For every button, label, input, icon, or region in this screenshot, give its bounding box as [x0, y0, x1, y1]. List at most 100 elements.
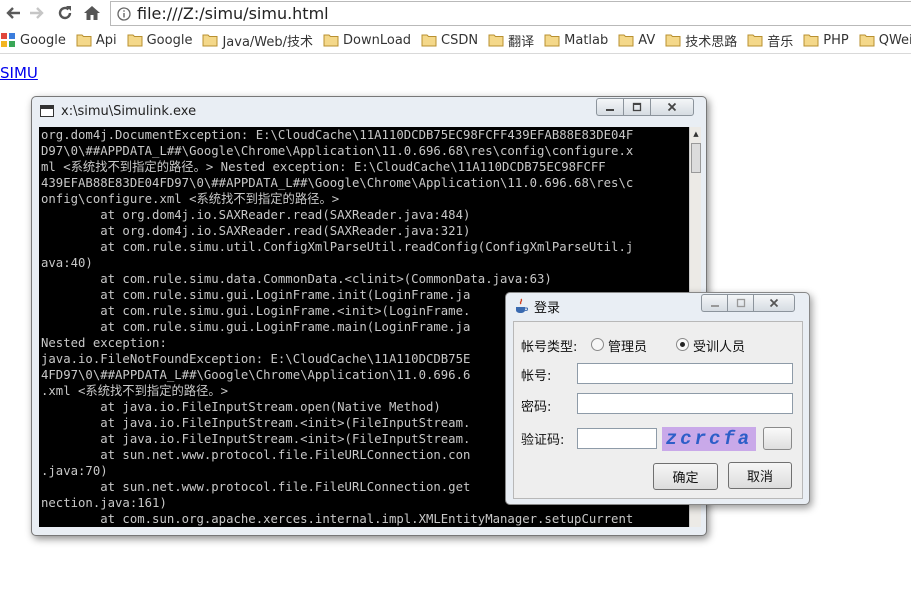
close-icon — [667, 102, 677, 112]
bookmark-item[interactable]: Google — [127, 32, 193, 48]
bookmark-item[interactable]: Google — [0, 33, 66, 48]
bookmark-label: QWei — [878, 32, 911, 48]
simu-link[interactable]: SIMU — [0, 64, 38, 82]
folder-icon — [421, 34, 437, 47]
bookmark-item[interactable]: 技术思路 — [665, 31, 737, 50]
console-line: at com.rule.simu.data.CommonData.<clinit… — [41, 272, 552, 286]
ok-button[interactable]: 确定 — [653, 463, 718, 490]
console-app-icon — [40, 105, 54, 117]
back-arrow-icon — [6, 7, 20, 19]
bookmark-item[interactable]: Java/Web/技术 — [202, 31, 313, 50]
folder-icon — [544, 34, 560, 47]
bookmark-label: PHP — [823, 32, 849, 48]
password-input[interactable] — [577, 393, 793, 414]
login-minimize-button[interactable] — [701, 294, 727, 312]
bookmark-label: AV — [638, 32, 656, 48]
scroll-thumb[interactable] — [691, 143, 701, 173]
console-title: x:\simu\Simulink.exe — [61, 103, 197, 119]
console-window-controls — [596, 98, 694, 116]
login-title: 登录 — [534, 300, 561, 316]
console-line: at org.dom4j.io.SAXReader.read(SAXReader… — [41, 224, 471, 238]
java-icon — [516, 298, 528, 313]
folder-icon — [76, 34, 92, 47]
password-label: 密码: — [521, 400, 552, 415]
bookmark-label: 音乐 — [767, 34, 794, 50]
back-button[interactable] — [2, 2, 24, 24]
bookmark-item[interactable]: AV — [618, 33, 655, 48]
minimize-icon — [710, 305, 719, 307]
console-line: at com.rule.simu.util.ConfigXmlParseUtil… — [41, 240, 634, 254]
bookmarks-bar: Google Api Google Java/Web/技术 DownLoad CSDN 翻译… — [0, 27, 911, 54]
cancel-button[interactable]: 取消 — [728, 462, 792, 489]
console-line: 439EFAB88E83DE04FD97\0\##APPDATA_L##\Goo… — [41, 176, 634, 190]
url-text: file:///Z:/simu/simu.html — [137, 4, 329, 23]
close-button[interactable] — [650, 98, 694, 116]
login-close-button[interactable] — [753, 294, 795, 312]
bookmark-item[interactable]: Matlab — [544, 33, 608, 48]
radio-trainee-label[interactable]: 受训人员 — [693, 336, 745, 355]
scroll-up-arrow-icon[interactable]: ▲ — [690, 127, 702, 141]
bookmark-item[interactable]: QWei — [859, 33, 911, 48]
folder-icon — [665, 34, 681, 47]
console-line: at com.sun.org.apache.xerces.internal.im… — [41, 512, 634, 526]
bookmark-label: Google — [146, 32, 193, 48]
console-line: D97\0\##APPDATA_L##\Google\Chrome\Applic… — [41, 144, 634, 158]
bookmark-label: 翻译 — [508, 34, 535, 50]
bookmark-item[interactable]: PHP — [803, 32, 849, 48]
console-line: at org.dom4j.io.SAXReader.read(SAXReader… — [41, 208, 471, 222]
bookmark-item[interactable]: Api — [76, 33, 117, 48]
reload-icon — [58, 6, 72, 20]
bookmark-item[interactable]: DownLoad — [323, 33, 411, 48]
minimize-icon — [606, 109, 614, 111]
account-label: 帐号: — [521, 369, 552, 384]
console-line: ml <系统找不到指定的路径。> Nested exception: E:\Cl… — [41, 160, 606, 174]
bookmark-item[interactable]: 翻译 — [488, 31, 534, 50]
home-button[interactable] — [81, 2, 103, 24]
bookmark-item[interactable]: CSDN — [421, 33, 478, 48]
radio-admin-label[interactable]: 管理员 — [608, 336, 647, 355]
bookmark-label: Api — [95, 32, 117, 48]
maximize-button[interactable] — [623, 98, 650, 116]
captcha-image[interactable]: zcrcfa — [662, 427, 756, 451]
captcha-label: 验证码: — [521, 433, 565, 448]
forward-arrow-icon — [30, 7, 44, 19]
folder-icon — [202, 34, 218, 47]
radio-trainee[interactable] — [676, 338, 689, 351]
captcha-refresh-button[interactable] — [763, 427, 792, 450]
console-line: org.dom4j.DocumentException: E:\CloudCac… — [41, 128, 634, 142]
maximize-icon — [632, 102, 642, 112]
minimize-button[interactable] — [596, 98, 623, 116]
page-icon — [117, 6, 131, 21]
account-input[interactable] — [577, 363, 793, 384]
home-icon — [84, 6, 100, 20]
login-dialog: 登录 帐号类型: 管理员 受训人员 帐号: 密码: 验证码: zcrcfa 确定… — [505, 292, 810, 505]
folder-icon — [323, 34, 339, 47]
login-form: 帐号类型: 管理员 受训人员 帐号: 密码: 验证码: zcrcfa 确定 取消 — [513, 321, 803, 499]
bookmark-label: CSDN — [441, 32, 479, 48]
console-line: onfig\configure.xml <系统找不到指定的路径。> — [41, 192, 340, 206]
browser-toolbar: file:///Z:/simu/simu.html — [0, 0, 911, 27]
bookmark-label: Matlab — [564, 32, 609, 48]
google-apps-icon — [1, 33, 15, 47]
forward-button[interactable] — [26, 2, 48, 24]
folder-icon — [803, 34, 819, 47]
reload-button[interactable] — [54, 2, 76, 24]
radio-admin[interactable] — [591, 338, 604, 351]
login-maximize-button[interactable] — [727, 294, 753, 312]
folder-icon — [859, 34, 875, 47]
bookmark-item[interactable]: 音乐 — [747, 31, 793, 50]
address-bar[interactable]: file:///Z:/simu/simu.html — [110, 1, 911, 26]
folder-icon — [618, 34, 634, 47]
account-type-label: 帐号类型: — [521, 340, 578, 355]
maximize-icon — [736, 298, 745, 308]
bookmark-label: Java/Web/技术 — [222, 34, 314, 50]
folder-icon — [747, 34, 763, 47]
console-line: ava:40) — [41, 256, 93, 270]
login-window-controls — [701, 294, 795, 312]
close-icon — [769, 298, 779, 308]
captcha-input[interactable] — [577, 428, 657, 449]
bookmark-label: 技术思路 — [685, 34, 738, 50]
folder-icon — [127, 34, 143, 47]
bookmark-label: Google — [20, 32, 66, 48]
folder-icon — [488, 34, 504, 47]
